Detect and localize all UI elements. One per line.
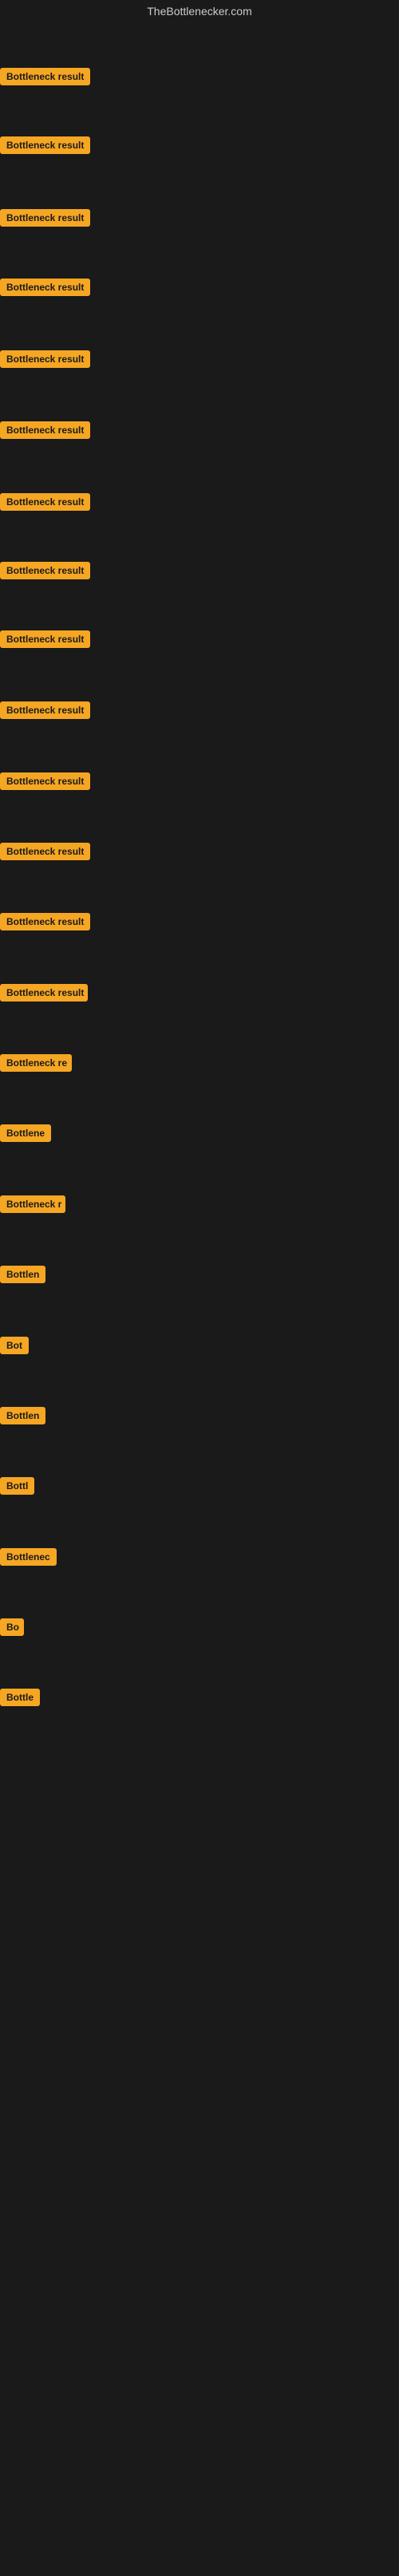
bottleneck-item-11: Bottleneck result <box>0 772 90 794</box>
bottleneck-badge-6[interactable]: Bottleneck result <box>0 421 90 439</box>
bottleneck-badge-24[interactable]: Bottle <box>0 1689 40 1706</box>
bottleneck-badge-21[interactable]: Bottl <box>0 1477 34 1495</box>
bottleneck-badge-7[interactable]: Bottleneck result <box>0 493 90 511</box>
bottleneck-badge-18[interactable]: Bottlen <box>0 1266 45 1283</box>
bottleneck-badge-16[interactable]: Bottlene <box>0 1124 51 1142</box>
bottleneck-badge-15[interactable]: Bottleneck re <box>0 1054 72 1072</box>
bottleneck-item-24: Bottle <box>0 1689 40 1710</box>
bottleneck-item-1: Bottleneck result <box>0 68 90 89</box>
bottleneck-badge-11[interactable]: Bottleneck result <box>0 772 90 790</box>
site-title: TheBottlenecker.com <box>0 0 399 22</box>
bottleneck-badge-13[interactable]: Bottleneck result <box>0 913 90 930</box>
bottleneck-badge-17[interactable]: Bottleneck r <box>0 1195 65 1213</box>
bottleneck-item-17: Bottleneck r <box>0 1195 65 1217</box>
bottleneck-item-5: Bottleneck result <box>0 350 90 372</box>
bottleneck-badge-14[interactable]: Bottleneck result <box>0 984 88 1002</box>
bottleneck-badge-8[interactable]: Bottleneck result <box>0 562 90 579</box>
bottleneck-badge-5[interactable]: Bottleneck result <box>0 350 90 368</box>
bottleneck-item-20: Bottlen <box>0 1407 45 1428</box>
bottleneck-item-23: Bo <box>0 1618 24 1640</box>
bottleneck-badge-23[interactable]: Bo <box>0 1618 24 1636</box>
bottleneck-item-2: Bottleneck result <box>0 136 90 158</box>
bottleneck-item-10: Bottleneck result <box>0 701 90 723</box>
bottleneck-badge-9[interactable]: Bottleneck result <box>0 630 90 648</box>
bottleneck-item-4: Bottleneck result <box>0 279 90 300</box>
bottleneck-badge-12[interactable]: Bottleneck result <box>0 843 90 860</box>
bottleneck-item-21: Bottl <box>0 1477 34 1499</box>
bottleneck-item-12: Bottleneck result <box>0 843 90 864</box>
bottleneck-badge-3[interactable]: Bottleneck result <box>0 209 90 227</box>
bottleneck-item-14: Bottleneck result <box>0 984 88 1006</box>
bottleneck-badge-19[interactable]: Bot <box>0 1337 29 1354</box>
bottleneck-item-15: Bottleneck re <box>0 1054 72 1076</box>
bottleneck-item-13: Bottleneck result <box>0 913 90 934</box>
bottleneck-item-7: Bottleneck result <box>0 493 90 515</box>
bottleneck-badge-4[interactable]: Bottleneck result <box>0 279 90 296</box>
bottleneck-item-19: Bot <box>0 1337 29 1358</box>
bottleneck-item-3: Bottleneck result <box>0 209 90 231</box>
bottleneck-badge-2[interactable]: Bottleneck result <box>0 136 90 154</box>
bottleneck-badge-22[interactable]: Bottlenec <box>0 1548 57 1566</box>
bottleneck-item-16: Bottlene <box>0 1124 51 1146</box>
bottleneck-item-8: Bottleneck result <box>0 562 90 583</box>
bottleneck-item-6: Bottleneck result <box>0 421 90 443</box>
bottleneck-badge-1[interactable]: Bottleneck result <box>0 68 90 85</box>
bottleneck-item-9: Bottleneck result <box>0 630 90 652</box>
bottleneck-item-18: Bottlen <box>0 1266 45 1287</box>
bottleneck-item-22: Bottlenec <box>0 1548 57 1570</box>
bottleneck-badge-20[interactable]: Bottlen <box>0 1407 45 1424</box>
bottleneck-badge-10[interactable]: Bottleneck result <box>0 701 90 719</box>
